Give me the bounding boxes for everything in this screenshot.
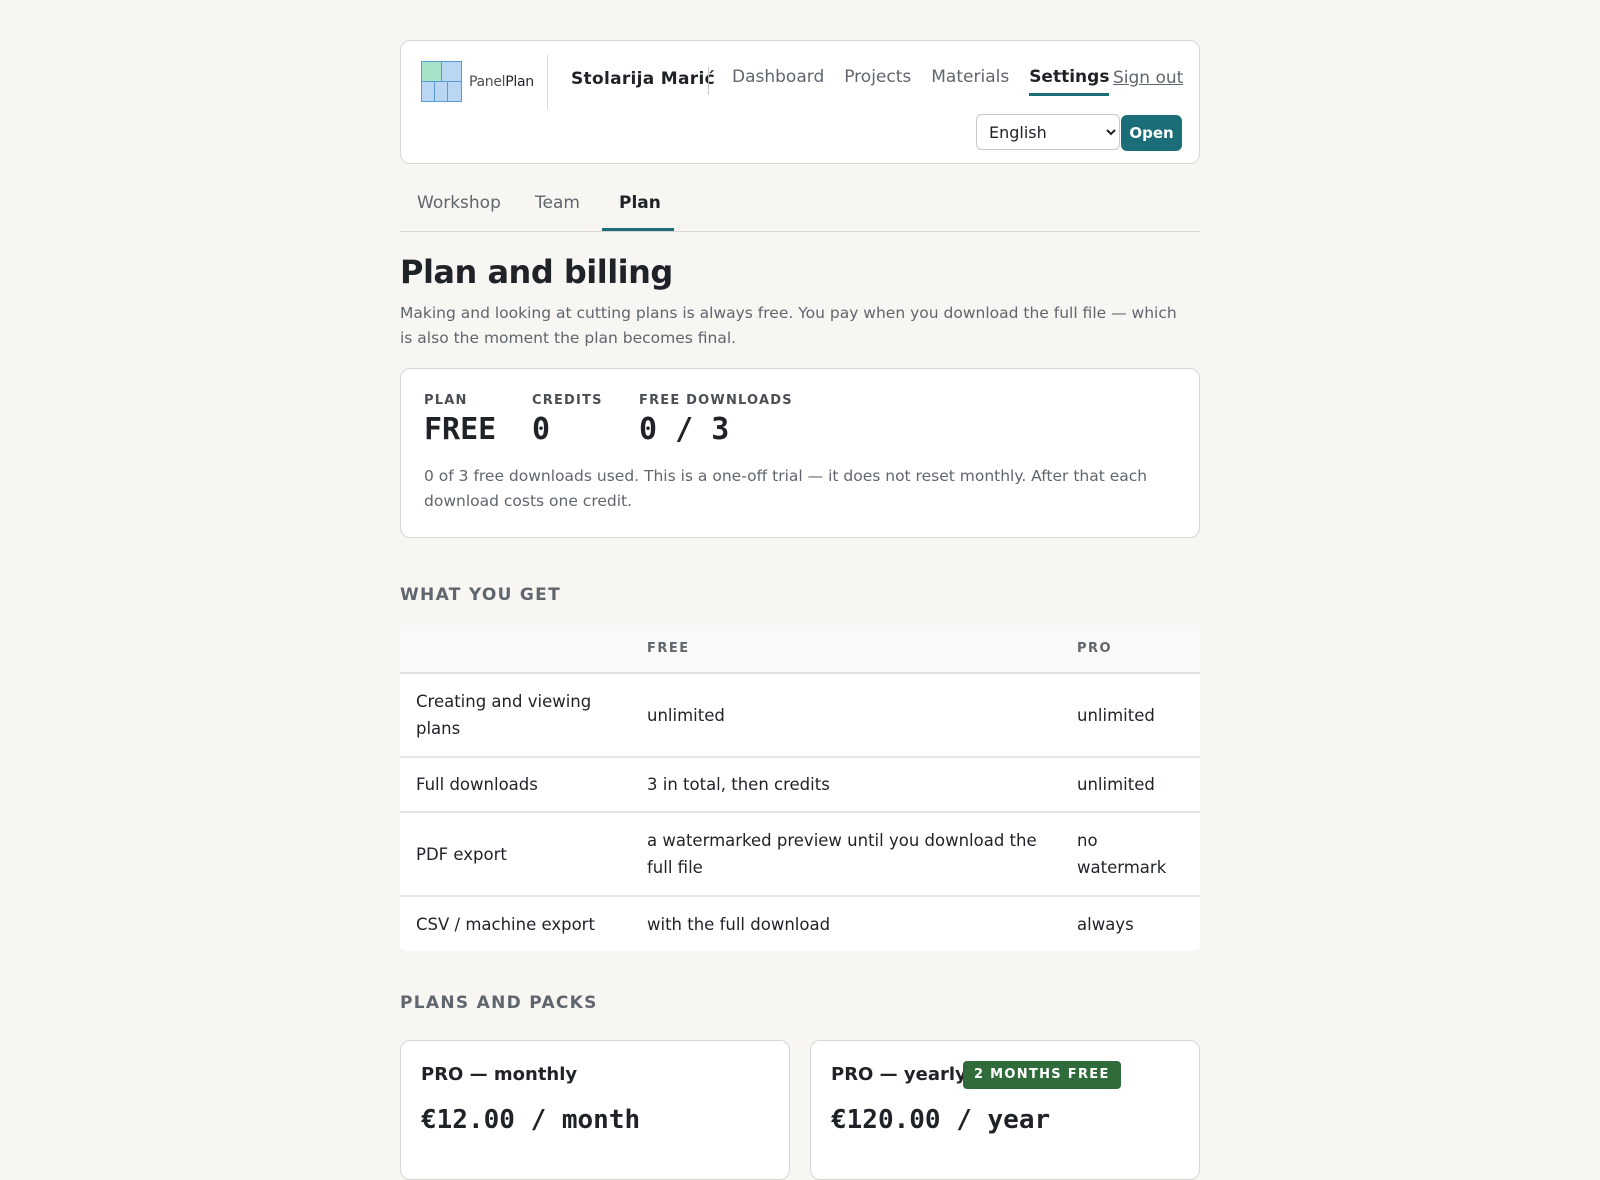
free-value: 3 in total, then credits bbox=[631, 757, 1061, 813]
active-tab-indicator bbox=[602, 228, 674, 231]
pro-value: unlimited bbox=[1061, 673, 1200, 758]
feature-name: Creating and viewing plans bbox=[400, 673, 631, 758]
nav-dashboard[interactable]: Dashboard bbox=[732, 67, 824, 96]
app-header: PanelPlan Stolarija Marić Dashboard Proj… bbox=[400, 40, 1200, 164]
divider bbox=[547, 55, 548, 109]
free-value: a watermarked preview until you download… bbox=[631, 812, 1061, 897]
plan-stat: PLAN FREE bbox=[424, 393, 496, 447]
logo-text-suffix: Plan bbox=[505, 73, 534, 90]
sign-out-link[interactable]: Sign out bbox=[1113, 68, 1183, 88]
table-row: Creating and viewing plans unlimited unl… bbox=[400, 673, 1200, 758]
free-value: with the full download bbox=[647, 914, 831, 934]
pro-value: unlimited bbox=[1061, 757, 1200, 813]
plan-price: €12.00 / month bbox=[421, 1105, 641, 1135]
downloads-stat: FREE DOWNLOADS 0 / 3 bbox=[639, 393, 793, 447]
nav-projects[interactable]: Projects bbox=[844, 67, 911, 96]
table-row: CSV / machine export with the full downl… bbox=[400, 896, 1200, 951]
column-header-free: FREE bbox=[631, 625, 1061, 674]
user-name: Stolarija Marić bbox=[571, 69, 715, 89]
plan-value: FREE bbox=[424, 412, 497, 447]
logo[interactable]: PanelPlan bbox=[421, 61, 534, 102]
tab-workshop[interactable]: Workshop bbox=[417, 193, 501, 213]
plan-price: €120.00 / year bbox=[831, 1105, 1051, 1135]
free-value: unlimited bbox=[631, 673, 1061, 758]
plan-summary-card: PLAN FREE CREDITS 0 FREE DOWNLOADS 0 / 3… bbox=[400, 368, 1200, 538]
tab-team[interactable]: Team bbox=[535, 193, 580, 213]
table-header-row: FREE PRO bbox=[400, 625, 1200, 674]
settings-tabs: Workshop Team Plan bbox=[400, 185, 1200, 232]
credits-value: 0 bbox=[532, 412, 551, 447]
features-table: FREE PRO Creating and viewing plans unli… bbox=[400, 625, 1200, 951]
pro-value: always bbox=[1077, 914, 1134, 934]
open-button[interactable]: Open bbox=[1121, 115, 1182, 151]
section-title-what-you-get: WHAT YOU GET bbox=[400, 585, 561, 605]
table-row: PDF export a watermarked preview until y… bbox=[400, 812, 1200, 897]
downloads-note: 0 of 3 free downloads used. This is a on… bbox=[424, 467, 1148, 510]
table-row: Full downloads 3 in total, then credits … bbox=[400, 757, 1200, 813]
credits-stat: CREDITS 0 bbox=[532, 393, 603, 447]
main-nav: Dashboard Projects Materials Settings bbox=[732, 67, 1129, 96]
nav-settings[interactable]: Settings bbox=[1029, 67, 1110, 96]
downloads-label: FREE DOWNLOADS bbox=[639, 393, 793, 408]
language-select[interactable]: English bbox=[976, 114, 1120, 150]
plan-card-yearly[interactable]: PRO — yearly 2 MONTHS FREE €120.00 / yea… bbox=[810, 1040, 1200, 1180]
divider bbox=[708, 67, 709, 95]
savings-badge: 2 MONTHS FREE bbox=[963, 1061, 1121, 1089]
nav-materials[interactable]: Materials bbox=[931, 67, 1009, 96]
page-container: PanelPlan Stolarija Marić Dashboard Proj… bbox=[400, 40, 1200, 1180]
plan-name: PRO — yearly bbox=[831, 1064, 967, 1085]
section-title-plans: PLANS AND PACKS bbox=[400, 993, 598, 1013]
feature-name: Full downloads bbox=[400, 757, 631, 813]
tab-plan[interactable]: Plan bbox=[619, 193, 661, 213]
page-title: Plan and billing bbox=[400, 253, 673, 291]
downloads-value: 0 / 3 bbox=[639, 412, 730, 447]
logo-icon bbox=[421, 61, 462, 102]
plan-label: PLAN bbox=[424, 393, 468, 408]
pro-value: no watermark bbox=[1061, 812, 1200, 897]
plan-name: PRO — monthly bbox=[421, 1064, 578, 1085]
logo-text-prefix: Panel bbox=[469, 73, 506, 90]
logo-text: PanelPlan bbox=[469, 74, 534, 90]
column-header bbox=[400, 625, 631, 674]
column-header-pro: PRO bbox=[1061, 625, 1200, 674]
feature-name: PDF export bbox=[400, 812, 631, 897]
plan-card-monthly[interactable]: PRO — monthly €12.00 / month bbox=[400, 1040, 790, 1180]
credits-label: CREDITS bbox=[532, 393, 603, 408]
page-intro: Making and looking at cutting plans is a… bbox=[400, 304, 1177, 347]
feature-name: CSV / machine export bbox=[416, 914, 595, 934]
